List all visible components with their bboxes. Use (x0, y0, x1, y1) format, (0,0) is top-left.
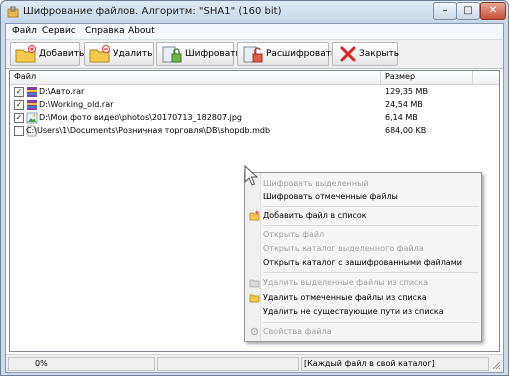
mode-panel: [Каждый файл в свой каталог] (301, 357, 489, 371)
menu-item-add-file[interactable]: Добавить файл в список (263, 211, 367, 220)
add-button[interactable]: Добавить (10, 42, 84, 66)
remove-checked-icon (249, 294, 260, 303)
add-button-label: Добавить (39, 49, 85, 59)
close-icon (340, 46, 356, 62)
menu-item-remove-selected[interactable]: Удалить выделенные файлы из списка (263, 278, 428, 287)
list-header: Файл Размер (10, 71, 499, 85)
menu-separator (263, 322, 479, 323)
menu-bar: Файл Сервис Справка About (6, 24, 503, 40)
row-checkbox[interactable]: ✓ (14, 113, 24, 123)
column-file[interactable]: Файл (14, 72, 36, 81)
row-checkbox[interactable]: ✓ (14, 87, 24, 97)
file-size: 684,00 KB (385, 126, 427, 135)
output-mode-text: [Каждый файл в свой каталог] (304, 359, 435, 368)
file-name: D:\Мои фото видео\photos\20170713_182807… (39, 113, 242, 122)
rar-archive-icon (27, 87, 37, 97)
menu-help[interactable]: Справка (85, 26, 125, 36)
menu-item-remove-checked[interactable]: Удалить отмеченные файлы из списка (263, 293, 427, 302)
progress-percent: 0% (35, 359, 48, 368)
file-name: C:\Users\1\Documents\Розничная торговля\… (26, 126, 271, 135)
menu-item-encrypt-checked[interactable]: Шифровать отмеченные файлы (263, 192, 398, 201)
maximize-button[interactable]: □ (456, 2, 480, 20)
file-size: 129,35 MB (385, 87, 428, 96)
close-button-label: Закрыть (359, 49, 400, 59)
file-name: D:\Авто.rar (39, 87, 85, 96)
progress-panel: 0% (8, 357, 155, 371)
close-window-button[interactable]: ✕ (480, 2, 506, 20)
context-menu: Шифровать выделенный Шифровать отмеченны… (244, 172, 482, 342)
remove-button[interactable]: Удалить (84, 42, 154, 66)
table-row[interactable]: ✓ D:\Авто.rar 129,35 MB (10, 86, 499, 99)
menu-separator (263, 225, 479, 226)
add-file-icon (249, 210, 260, 221)
menu-about[interactable]: About (128, 26, 155, 36)
properties-icon (250, 327, 259, 336)
close-button[interactable]: Закрыть (332, 42, 400, 66)
table-row[interactable]: C:\Users\1\Documents\Розничная торговля\… (10, 125, 499, 138)
remove-folder-icon (89, 45, 110, 63)
file-name: D:\Working_old.rar (39, 100, 114, 109)
decrypt-button-label: Расшифровать (266, 49, 337, 59)
app-icon (7, 6, 19, 18)
menu-separator (263, 206, 479, 207)
add-folder-icon (15, 45, 36, 63)
status-panel-empty (157, 357, 299, 371)
status-bar: 0% [Каждый файл в свой каталог] (6, 354, 503, 372)
menu-separator (263, 272, 479, 273)
encrypt-button[interactable]: Шифровать (156, 42, 241, 66)
lock-icon (162, 46, 182, 63)
row-checkbox[interactable]: ✓ (14, 100, 24, 110)
title-bar[interactable]: Шифрование файлов. Алгоритм: "SHA1" (160… (1, 1, 508, 23)
menu-item-remove-missing[interactable]: Удалить не существующие пути из списка (263, 307, 444, 316)
mouse-cursor-icon (244, 165, 258, 186)
table-row[interactable]: ✓ D:\Working_old.rar 24,54 MB (10, 99, 499, 112)
row-checkbox[interactable] (14, 126, 24, 136)
image-file-icon (26, 112, 38, 124)
remove-file-icon (249, 279, 260, 288)
file-size: 24,54 MB (385, 100, 423, 109)
remove-button-label: Удалить (113, 49, 153, 59)
menu-item-open-folder-selected[interactable]: Открыть каталог выделенного файла (263, 244, 424, 253)
menu-item-open-folder-encrypted[interactable]: Открыть каталог с зашифрованными файлами (263, 258, 462, 267)
rar-archive-icon (27, 100, 37, 110)
decrypt-button[interactable]: Расшифровать (237, 42, 336, 66)
context-menu-gutter (245, 173, 261, 341)
table-row[interactable]: ✓ D:\Мои фото видео\photos\20170713_1828… (10, 112, 499, 125)
file-size: 6,14 MB (385, 113, 418, 122)
toolbar: Добавить Удалить Шифровать Расшифровать … (6, 40, 503, 69)
column-size[interactable]: Размер (385, 72, 415, 81)
column-divider[interactable] (472, 71, 473, 85)
encrypt-button-label: Шифровать (185, 49, 241, 59)
menu-service[interactable]: Сервис (42, 26, 76, 36)
menu-item-open-file[interactable]: Открыть файл (263, 230, 324, 239)
unlock-icon (243, 46, 263, 63)
column-divider[interactable] (380, 71, 381, 85)
window-title: Шифрование файлов. Алгоритм: "SHA1" (160… (23, 6, 282, 17)
menu-file[interactable]: Файл (12, 26, 37, 36)
minimize-button[interactable]: – (433, 2, 457, 20)
menu-item-file-properties[interactable]: Свойства файла (263, 327, 332, 336)
menu-item-encrypt-selected[interactable]: Шифровать выделенный (263, 179, 369, 188)
resize-grip-icon[interactable] (491, 360, 501, 370)
